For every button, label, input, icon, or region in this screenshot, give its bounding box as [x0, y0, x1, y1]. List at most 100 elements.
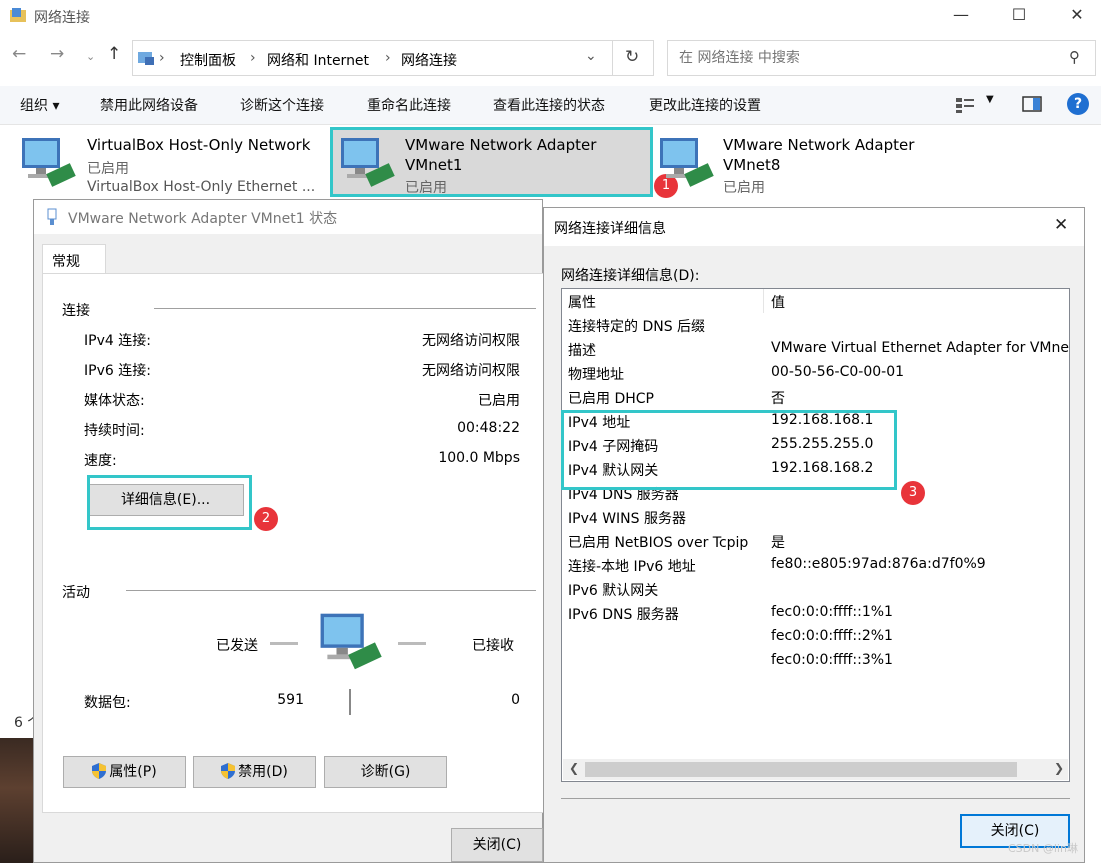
property-cell: 已启用 NetBIOS over Tcpip [568, 535, 749, 551]
value-cell: 00-50-56-C0-00-01 [771, 364, 905, 380]
value-cell: 否 [771, 391, 785, 407]
list-item[interactable]: 连接-本地 IPv6 地址 fe80::e805:97ad:876a:d7f0%9 [562, 553, 1069, 577]
column-divider[interactable] [763, 289, 764, 313]
property-cell: 描述 [568, 343, 596, 359]
received-line [398, 642, 426, 645]
packets-label: 数据包: [84, 695, 131, 711]
details-dialog-titlebar: 网络连接详细信息 ✕ [544, 208, 1084, 246]
scroll-left-icon[interactable]: ❮ [569, 761, 579, 775]
adapter-name: VMware Network Adapter [723, 136, 915, 154]
connection-section-header: 连接 [62, 303, 90, 319]
back-arrow-icon[interactable]: ← [12, 44, 26, 64]
list-item[interactable]: 物理地址 00-50-56-C0-00-01 [562, 361, 1069, 385]
diagnose-dialog-button[interactable]: 诊断(G) [324, 756, 447, 788]
dialog-divider [561, 798, 1070, 799]
breadcrumb-network-internet[interactable]: 网络和 Internet [267, 50, 369, 70]
details-dialog: 网络连接详细信息 ✕ 网络连接详细信息(D): 属性 值 连接特定的 DNS 后… [543, 207, 1085, 863]
column-header-value[interactable]: 值 [771, 292, 785, 312]
adapter-virtualbox[interactable]: VirtualBox Host-Only Network 已启用 Virtual… [18, 128, 328, 198]
status-dialog: VMware Network Adapter VMnet1 状态 常规 连接 I… [33, 199, 546, 863]
scrollbar-thumb[interactable] [585, 762, 1017, 777]
address-divider [612, 41, 613, 75]
preview-pane-icon[interactable] [1022, 96, 1042, 112]
property-cell: 连接特定的 DNS 后缀 [568, 319, 706, 335]
adapter-plug-icon [47, 208, 57, 225]
scroll-right-icon[interactable]: ❯ [1054, 761, 1064, 775]
details-close-icon[interactable]: ✕ [1054, 215, 1068, 235]
view-status-button[interactable]: 查看此连接的状态 [493, 95, 605, 115]
view-options-icon[interactable] [955, 96, 975, 114]
list-item[interactable]: 连接特定的 DNS 后缀 [562, 313, 1069, 337]
adapter-device: VirtualBox Host-Only Ethernet ... [87, 179, 316, 195]
refresh-icon[interactable]: ↻ [625, 47, 639, 67]
status-dialog-titlebar: VMware Network Adapter VMnet1 状态 [34, 200, 542, 234]
view-dropdown-icon[interactable]: ▼ [986, 94, 994, 105]
forward-arrow-icon[interactable]: → [50, 44, 64, 64]
watermark: CSDN @lin琳 [1008, 842, 1078, 855]
property-cell: IPv6 DNS 服务器 [568, 607, 679, 623]
section-divider [126, 590, 536, 591]
section-divider [154, 308, 536, 309]
rename-button[interactable]: 重命名此连接 [367, 95, 451, 115]
command-toolbar: 组织 ▾ 禁用此网络设备 诊断这个连接 重命名此连接 查看此连接的状态 更改此连… [0, 86, 1101, 125]
recent-chevron-icon[interactable]: ⌄ [86, 50, 95, 63]
search-input[interactable] [677, 49, 1061, 67]
duration-label: 持续时间: [84, 423, 145, 439]
property-cell: IPv4 WINS 服务器 [568, 511, 686, 527]
breadcrumb-network-connections[interactable]: 网络连接 [401, 50, 457, 70]
column-header-property[interactable]: 属性 [568, 292, 596, 312]
help-icon[interactable]: ? [1067, 93, 1089, 115]
media-state-label: 媒体状态: [84, 393, 145, 409]
change-settings-button[interactable]: 更改此连接的设置 [649, 95, 761, 115]
details-listview[interactable]: 属性 值 连接特定的 DNS 后缀 描述 VMware Virtual Ether… [561, 288, 1070, 782]
address-bar[interactable]: › 控制面板 › 网络和 Internet › 网络连接 ⌄ ↻ [132, 40, 654, 76]
close-window-button[interactable]: ✕ [1054, 0, 1100, 32]
highlight-box-2 [87, 475, 252, 530]
organize-menu[interactable]: 组织 ▾ [20, 95, 59, 115]
property-cell: 连接-本地 IPv6 地址 [568, 559, 696, 575]
activity-network-icon [320, 613, 382, 670]
list-item[interactable]: IPv4 WINS 服务器 [562, 505, 1069, 529]
list-item[interactable]: 描述 VMware Virtual Ethernet Adapter for VM… [562, 337, 1069, 361]
value-cell: fec0:0:0:ffff::1%1 [771, 604, 893, 620]
speed-value: 100.0 Mbps [438, 450, 520, 466]
value-cell: fec0:0:0:ffff::3%1 [771, 652, 893, 668]
horizontal-scrollbar[interactable]: ❮ ❯ [563, 759, 1068, 780]
annotation-badge-2: 2 [254, 507, 278, 531]
diagnose-button[interactable]: 诊断这个连接 [240, 95, 324, 115]
disable-device-button[interactable]: 禁用此网络设备 [100, 95, 198, 115]
ipv4-label: IPv4 连接: [84, 333, 151, 349]
ipv6-value: 无网络访问权限 [422, 363, 520, 379]
details-dialog-title: 网络连接详细信息 [554, 221, 666, 237]
sent-label: 已发送 [216, 638, 258, 654]
list-item[interactable]: fec0:0:0:ffff::3%1 [562, 649, 1069, 673]
maximize-button[interactable]: ☐ [996, 0, 1042, 32]
adapter-name: VirtualBox Host-Only Network [87, 136, 311, 154]
search-box[interactable]: ⚲ [667, 40, 1096, 76]
breadcrumb-separator: › [250, 50, 256, 66]
value-cell: 是 [771, 535, 785, 551]
tab-general[interactable]: 常规 [42, 244, 106, 274]
network-adapter-icon [22, 138, 76, 187]
address-dropdown-icon[interactable]: ⌄ [585, 48, 597, 64]
network-adapter-icon [660, 138, 714, 187]
breadcrumb-control-panel[interactable]: 控制面板 [180, 50, 236, 70]
adapter-status: 已启用 [87, 161, 129, 177]
list-item[interactable]: IPv6 默认网关 [562, 577, 1069, 601]
breadcrumb-separator: › [385, 50, 391, 66]
status-close-button[interactable]: 关闭(C) [451, 828, 543, 862]
properties-button[interactable]: 属性(P) [63, 756, 186, 788]
search-icon[interactable]: ⚲ [1069, 48, 1080, 66]
up-arrow-icon[interactable]: ↑ [107, 44, 121, 64]
list-item[interactable]: 已启用 DHCP 否 [562, 385, 1069, 409]
annotation-badge-3: 3 [901, 481, 925, 505]
minimize-button[interactable]: — [938, 0, 984, 32]
adapter-vmnet8[interactable]: VMware Network Adapter VMnet8 已启用 [656, 128, 956, 198]
list-item[interactable]: 已启用 NetBIOS over Tcpip 是 [562, 529, 1069, 553]
list-item[interactable]: fec0:0:0:ffff::2%1 [562, 625, 1069, 649]
list-item[interactable]: IPv6 DNS 服务器 fec0:0:0:ffff::1%1 [562, 601, 1069, 625]
sent-line [270, 642, 298, 645]
breadcrumb-separator: › [159, 50, 165, 66]
disable-button[interactable]: 禁用(D) [193, 756, 316, 788]
ipv6-label: IPv6 连接: [84, 363, 151, 379]
